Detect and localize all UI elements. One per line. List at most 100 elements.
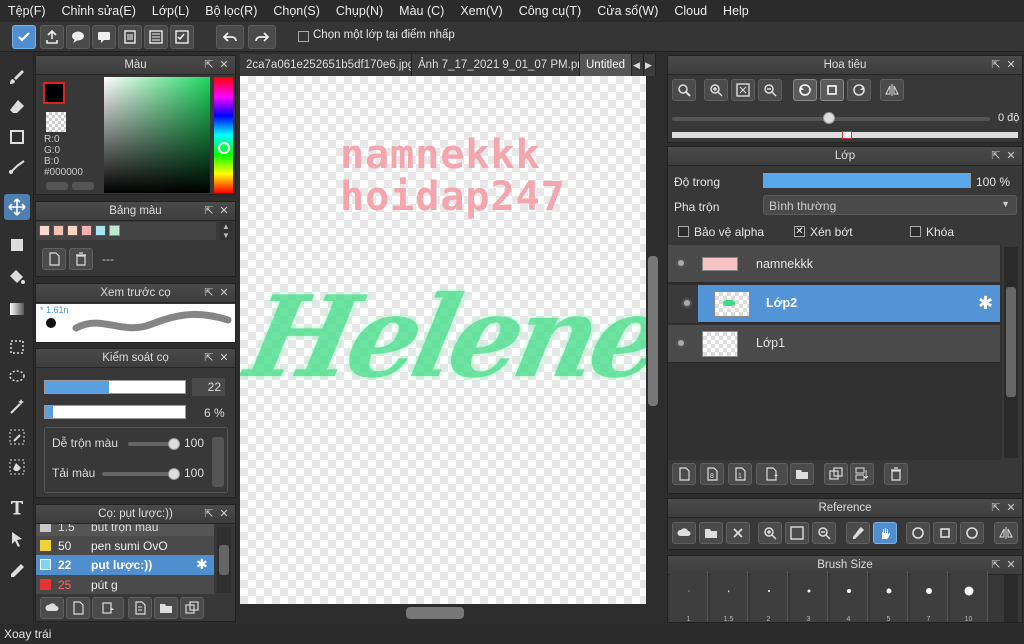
- layer-opacity-slider[interactable]: [763, 173, 971, 188]
- new-layer-button[interactable]: [672, 463, 696, 485]
- tool-gradient[interactable]: [4, 296, 30, 322]
- ref-rotate-left-button[interactable]: [906, 522, 930, 544]
- message-button[interactable]: [92, 25, 116, 49]
- rotation-slider-knob[interactable]: [823, 112, 835, 124]
- brush-options-button[interactable]: [92, 597, 124, 619]
- eye-icon[interactable]: [676, 338, 686, 348]
- brush-size-option[interactable]: 5: [870, 571, 908, 622]
- close-icon[interactable]: ✕: [218, 287, 230, 299]
- fit-window-button[interactable]: [731, 79, 755, 101]
- tool-lasso[interactable]: [4, 364, 30, 390]
- brush-opacity-slider[interactable]: [44, 405, 186, 419]
- brush-list-item[interactable]: 1.5 bút trộn màu: [36, 524, 214, 536]
- menu-help[interactable]: Help: [715, 0, 757, 22]
- brush-list-scrollbar[interactable]: [217, 527, 231, 593]
- popout-icon[interactable]: ⇱: [203, 205, 215, 217]
- ref-eyedropper-button[interactable]: [846, 522, 870, 544]
- clipping-checkbox[interactable]: ✕: [794, 226, 805, 237]
- ref-cloud-button[interactable]: [672, 522, 696, 544]
- brush-size-option[interactable]: 2: [750, 571, 788, 622]
- brush-list-item[interactable]: 25 pút g: [36, 575, 214, 594]
- ref-close-button[interactable]: [726, 522, 750, 544]
- menu-window[interactable]: Cửa sổ(W): [589, 0, 666, 22]
- menu-filter[interactable]: Bộ lọc(R): [197, 0, 265, 22]
- menu-view[interactable]: Xem(V): [452, 0, 510, 22]
- ref-reset-button[interactable]: [933, 522, 957, 544]
- tab-document-untitled[interactable]: Untitled: [580, 54, 632, 76]
- brush-size-option[interactable]: 1: [670, 571, 708, 622]
- brush-folder-button[interactable]: [154, 597, 178, 619]
- duplicate-layer-button[interactable]: [824, 463, 848, 485]
- palette-swatch[interactable]: [95, 225, 106, 236]
- brush-size-option[interactable]: 10: [950, 571, 988, 622]
- tool-rectangle[interactable]: [4, 124, 30, 150]
- popout-icon[interactable]: ⇱: [990, 559, 1002, 571]
- cloud-brush-button[interactable]: [40, 597, 64, 619]
- new-folder-button[interactable]: [790, 463, 814, 485]
- ref-fit-button[interactable]: [785, 522, 809, 544]
- palette-scroll[interactable]: ▲ ▼: [219, 222, 233, 240]
- gear-icon[interactable]: ✱: [978, 293, 993, 314]
- select-layer-checkbox[interactable]: [298, 31, 309, 42]
- palette-swatch[interactable]: [81, 225, 92, 236]
- blend-slider-knob[interactable]: [168, 438, 180, 450]
- load-slider[interactable]: [102, 472, 176, 476]
- new-layer-8bit-button[interactable]: 8: [700, 463, 724, 485]
- tool-eyedropper[interactable]: [4, 558, 30, 584]
- load-slider-knob[interactable]: [168, 468, 180, 480]
- brush-size-option[interactable]: 3: [790, 571, 828, 622]
- brush-size-option[interactable]: 1.5: [710, 571, 748, 622]
- tool-select-rect[interactable]: [4, 334, 30, 360]
- ref-zoom-out-button[interactable]: [812, 522, 836, 544]
- menu-select[interactable]: Chọn(S): [265, 0, 328, 22]
- close-icon[interactable]: ✕: [1005, 559, 1017, 571]
- rotate-left-button[interactable]: [793, 79, 817, 101]
- popout-icon[interactable]: ⇱: [990, 59, 1002, 71]
- zoom-out-button[interactable]: [758, 79, 782, 101]
- tool-bucket[interactable]: [4, 264, 30, 290]
- palette-swatch[interactable]: [67, 225, 78, 236]
- zoom-in-button[interactable]: [704, 79, 728, 101]
- select-check-button[interactable]: [12, 25, 36, 49]
- blend-mode-select[interactable]: Bình thường ▼: [763, 195, 1017, 215]
- tool-magic-wand[interactable]: [4, 394, 30, 420]
- protect-alpha-checkbox[interactable]: [678, 226, 689, 237]
- checklist-button[interactable]: [170, 25, 194, 49]
- color-mode-button[interactable]: [46, 182, 68, 190]
- brush-size-option[interactable]: 7: [910, 571, 948, 622]
- transparent-color-swatch[interactable]: [46, 112, 66, 132]
- close-icon[interactable]: ✕: [1005, 59, 1017, 71]
- eye-icon[interactable]: [682, 298, 692, 308]
- popout-icon[interactable]: ⇱: [203, 508, 215, 520]
- hue-slider[interactable]: [214, 77, 233, 193]
- popout-icon[interactable]: ⇱: [990, 150, 1002, 162]
- zoom-fit-button[interactable]: [672, 79, 696, 101]
- tool-fill-rect[interactable]: [4, 232, 30, 258]
- canvas-vertical-scrollbar[interactable]: [646, 76, 660, 604]
- tool-operation[interactable]: [4, 526, 30, 552]
- layer-row[interactable]: Lớp1: [668, 325, 1000, 363]
- popout-icon[interactable]: ⇱: [203, 59, 215, 71]
- close-icon[interactable]: ✕: [1005, 502, 1017, 514]
- close-icon[interactable]: ✕: [218, 59, 230, 71]
- eye-icon[interactable]: [676, 258, 686, 268]
- tool-move[interactable]: [4, 194, 30, 220]
- list-button[interactable]: [144, 25, 168, 49]
- menu-file[interactable]: Tệp(F): [0, 0, 54, 22]
- popout-icon[interactable]: ⇱: [203, 352, 215, 364]
- drawing-canvas[interactable]: namnekkk hoidap247 Helenest: [240, 76, 650, 604]
- hue-knob[interactable]: [218, 142, 230, 154]
- redo-button[interactable]: [248, 25, 276, 49]
- copy-brush-button[interactable]: [128, 597, 152, 619]
- ref-hand-button[interactable]: [873, 522, 897, 544]
- new-layer-1bit-button[interactable]: 1: [728, 463, 752, 485]
- export-button[interactable]: [40, 25, 64, 49]
- ref-flip-button[interactable]: [994, 522, 1018, 544]
- foreground-color-swatch[interactable]: [43, 82, 65, 104]
- menu-cloud[interactable]: Cloud: [666, 0, 715, 22]
- layer-row[interactable]: namnekkk: [668, 245, 1000, 283]
- reset-view-button[interactable]: [820, 79, 844, 101]
- layer-list-scrollbar[interactable]: [1004, 247, 1018, 458]
- tool-text[interactable]: [4, 494, 30, 520]
- popout-icon[interactable]: ⇱: [990, 502, 1002, 514]
